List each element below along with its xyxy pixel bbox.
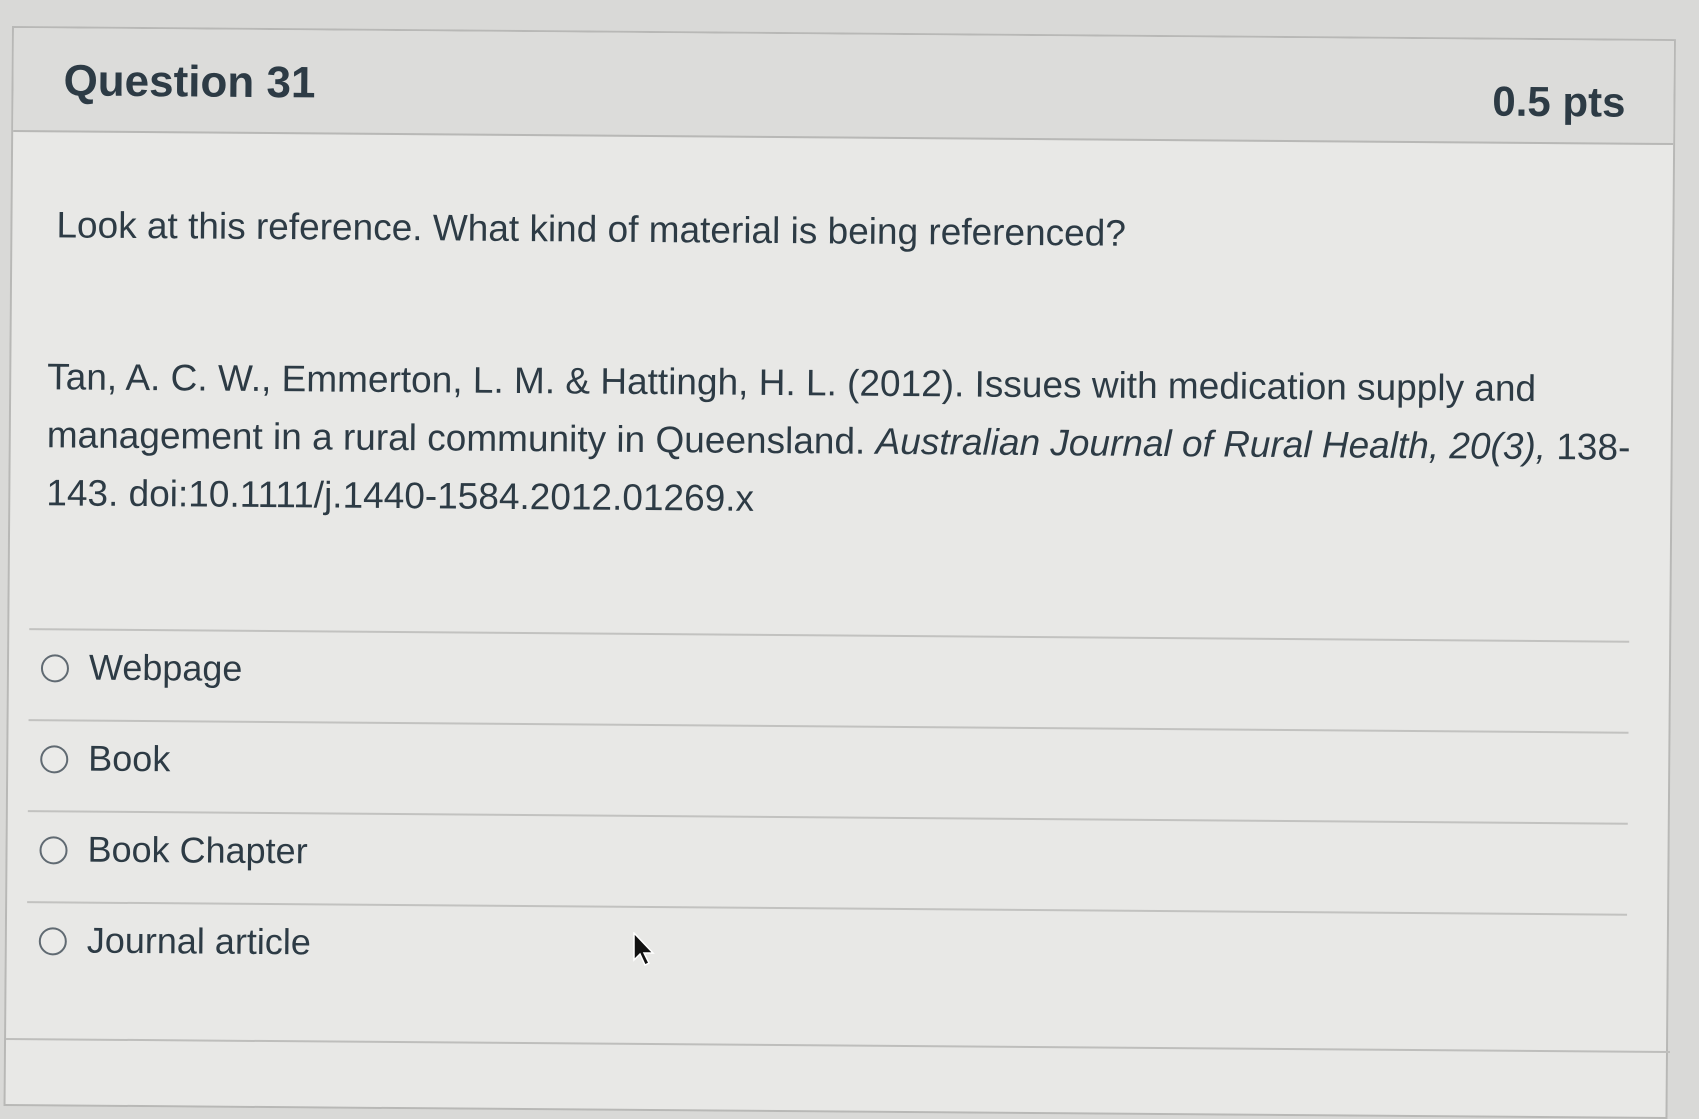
answer-list: Webpage Book Book Chapter Journal articl… [26,628,1630,1005]
answer-option-book[interactable]: Book [27,719,1629,823]
radio-button[interactable] [38,927,67,956]
question-prompt: Look at this reference. What kind of mat… [56,204,1127,254]
question-points: 0.5 pts [1492,77,1626,126]
answer-option-webpage[interactable]: Webpage [28,628,1630,732]
answer-label[interactable]: Book Chapter [87,829,307,873]
question-title: Question 31 [63,56,316,108]
radio-button[interactable] [40,654,70,683]
answer-label[interactable]: Journal article [87,920,311,964]
radio-button[interactable] [40,745,69,774]
radio-button[interactable] [39,836,68,865]
mouse-pointer-icon [633,932,655,967]
answer-label[interactable]: Book [88,738,170,781]
question-header: Question 31 0.5 pts [13,28,1674,146]
answer-label[interactable]: Webpage [89,647,243,690]
answer-option-book-chapter[interactable]: Book Chapter [27,810,1628,914]
answer-option-journal-article[interactable]: Journal article [26,901,1628,1005]
question-card: Question 31 0.5 pts Look at this referen… [3,26,1676,1119]
card-divider [6,1037,1671,1054]
reference-citation: Tan, A. C. W., Emmerton, L. M. & Hatting… [46,348,1667,535]
reference-journal: Australian Journal of Rural Health, 20(3… [875,420,1547,468]
